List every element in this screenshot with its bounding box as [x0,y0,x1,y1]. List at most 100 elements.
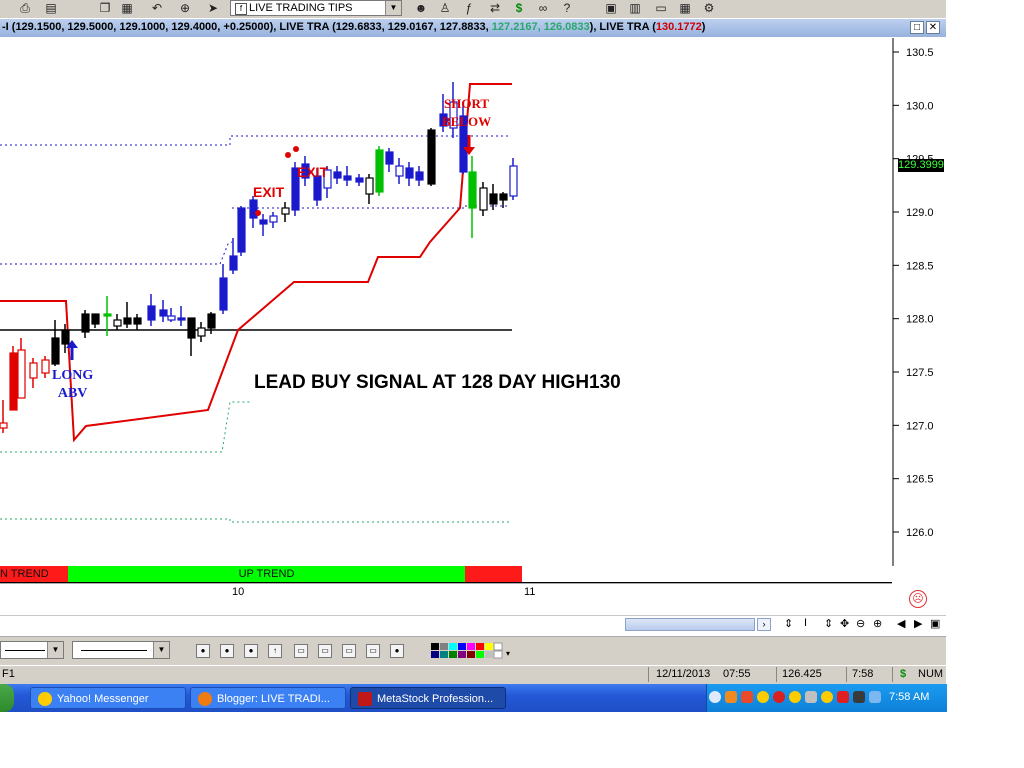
cascade-icon[interactable]: ▥ [628,1,642,15]
indicator-icon-5[interactable]: ▭ [294,644,308,658]
tray-icon-9[interactable] [853,691,865,703]
candle-body [375,149,384,193]
tray-icon-10[interactable] [869,691,881,703]
print-icon[interactable]: ⎙ [18,1,32,15]
expert-icon[interactable]: ☻ [414,1,428,15]
candle-body [167,315,176,321]
line-weight-dropdown[interactable]: ▼ [72,641,170,659]
settings-icon[interactable]: ⚙ [702,1,716,15]
scroll-right-button[interactable]: › [757,618,771,631]
tray-icon-6[interactable] [805,691,817,703]
prev-icon[interactable]: ◀ [897,617,905,630]
candle-body [333,171,342,179]
tray-icon-3[interactable] [757,691,769,703]
candle-body [197,327,206,337]
tray-icon-4[interactable] [773,691,785,703]
horizontal-scrollbar-thumb[interactable] [625,618,755,631]
y-axis-tick-label: 128.5 [906,260,934,272]
chart-icon: f [235,3,247,15]
candle-body [219,277,228,311]
date-label-10: 10 [232,586,245,598]
task-metastock[interactable]: MetaStock Profession... [350,687,506,709]
candle-body [415,171,424,181]
paste-icon[interactable]: ▦ [120,1,134,15]
tray-icon-8[interactable] [837,691,849,703]
chart-selector-value: LIVE TRADING TIPS [249,2,353,14]
chevron-down-icon[interactable]: ▼ [385,1,401,15]
candle-body [365,177,374,195]
binoculars-icon[interactable]: ∞ [536,1,550,15]
date-label-11: 11 [524,586,536,598]
indicator-icon-3[interactable]: ● [244,644,258,658]
cursor-icon[interactable]: I [804,617,807,629]
start-button[interactable] [0,684,14,712]
maximize-button[interactable]: □ [910,21,924,34]
status-clock: 7:58 [852,668,874,680]
chart-window-titlebar: -I (129.1500, 129.5000, 129.1000, 129.40… [0,19,946,37]
smiley-button[interactable]: ☹ [897,584,939,612]
lead-buy-signal-label: LEAD BUY SIGNAL AT 128 DAY HIGH130 [254,372,621,393]
chart-selector-dropdown[interactable]: f LIVE TRADING TIPS ▼ [230,0,402,16]
indicator-icon-4[interactable]: ↑ [268,644,282,658]
candle-body [159,309,168,317]
function-icon[interactable]: ƒ [462,1,476,15]
tray-icon-5[interactable] [789,691,801,703]
zoom-in-icon[interactable]: ⊕ [873,617,882,630]
line-style-dropdown[interactable]: ▼ [0,641,64,659]
move-icon[interactable]: ✥ [840,617,849,630]
title-text-6: ) [701,21,706,33]
tile-icon[interactable]: ▣ [604,1,618,15]
y-axis-tick-label: 126.5 [906,474,934,486]
tray-icon-2[interactable] [741,691,753,703]
close-button[interactable]: ✕ [926,21,940,34]
zoom-out-icon[interactable]: ⊖ [856,617,865,630]
print-preview-icon[interactable]: ▤ [44,1,58,15]
indicator-icon-9[interactable]: ● [390,644,404,658]
candle-body [177,317,186,321]
formula-icon[interactable]: ♙ [438,1,452,15]
task-yahoo-messenger[interactable]: Yahoo! Messenger [30,687,186,709]
system-tray: 7:58 AM [706,684,947,712]
candle-body [207,313,216,329]
taskbar-clock: 7:58 AM [889,691,930,703]
chevron-down-icon[interactable]: ▼ [47,642,63,658]
arrange-icon[interactable]: ▦ [678,1,692,15]
status-num: NUM [918,668,944,680]
window-restore-icon[interactable]: ▣ [930,617,940,630]
next-icon[interactable]: ▶ [914,617,922,630]
trend-indicator-bar: N TREND UP TREND [0,566,522,582]
chart-tool-icon[interactable]: ⇄ [488,1,502,15]
tray-icon-7[interactable] [821,691,833,703]
window-icon[interactable]: ▭ [654,1,668,15]
task-blogger[interactable]: Blogger: LIVE TRADI... [190,687,346,709]
indicator-icon-7[interactable]: ▭ [342,644,356,658]
candle-body [81,313,90,333]
indicator-icon-2[interactable]: ● [220,644,234,658]
help-icon[interactable]: ? [560,1,574,15]
svg-text:▾: ▾ [506,649,510,658]
color-palette[interactable]: ▾ [430,642,514,660]
short-label-line2: BELOW [442,114,492,129]
up-trend-segment: UP TREND [68,566,465,582]
crosshair-icon[interactable]: ⊕ [178,1,192,15]
indicator-icon-1[interactable]: ● [196,644,210,658]
vertical-zoom-icon[interactable]: ⇕ [824,617,833,630]
candle-body [405,167,414,179]
chevron-down-icon[interactable]: ▼ [153,642,169,658]
long-label-line1: LONG [52,368,94,383]
candle-body [249,199,258,219]
price-chart[interactable]: 130.5130.0129.5129.0128.5128.0127.5127.0… [0,38,946,568]
exit-label-1: EXIT [253,184,285,200]
candle-body [509,165,518,197]
indicator-icon-8[interactable]: ▭ [366,644,380,658]
pointer-icon[interactable]: ➤ [206,1,220,15]
short-label-line1: SHORT [444,96,490,111]
tray-icon-1[interactable] [725,691,737,703]
candle-body [187,317,196,339]
zoom-icon[interactable]: ⇕ [784,617,793,630]
indicator-icon-6[interactable]: ▭ [318,644,332,658]
copy-icon[interactable]: ❐ [98,1,112,15]
dollar-icon[interactable]: $ [512,1,526,15]
tray-expand-icon[interactable] [709,691,721,703]
undo-icon[interactable]: ↶ [150,1,164,15]
